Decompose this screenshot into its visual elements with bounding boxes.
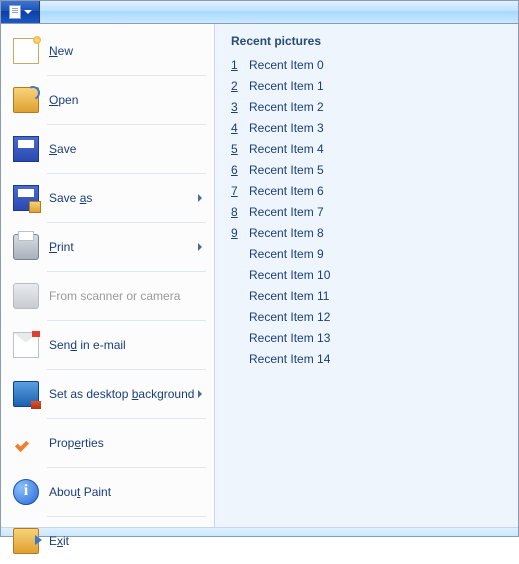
menu-label: Set as desktop background [49,387,198,401]
menu-label: Save as [49,191,198,205]
application-menu-window: New Open Save Save as Print [0,0,519,537]
recent-item-number: 6 [231,163,249,177]
recent-item-number: 9 [231,226,249,240]
menu-separator [47,369,206,370]
menu-item-new[interactable]: New [1,28,214,74]
recent-item-label: Recent Item 4 [249,142,324,156]
menu-body: New Open Save Save as Print [1,24,518,527]
titlebar [1,1,518,24]
recent-item[interactable]: 2Recent Item 1 [231,79,504,100]
recent-item-label: Recent Item 14 [249,352,330,366]
printer-icon [13,234,39,260]
recent-item-label: Recent Item 11 [249,289,329,303]
menu-label: Exit [49,534,206,548]
menu-separator [47,418,206,419]
menu-separator [47,75,206,76]
menu-label: About Paint [49,485,206,499]
email-icon [13,332,39,358]
menu-separator [47,124,206,125]
recent-item-number: 5 [231,142,249,156]
recent-item-label: Recent Item 7 [249,205,324,219]
menu-label: Send in e-mail [49,338,206,352]
recent-item-label: Recent Item 3 [249,121,324,135]
recent-item[interactable]: Recent Item 11 [231,289,504,310]
recent-item[interactable]: Recent Item 12 [231,310,504,331]
menu-item-open[interactable]: Open [1,77,214,123]
open-folder-icon [13,87,39,113]
recent-item[interactable]: 4Recent Item 3 [231,121,504,142]
menu-label: Print [49,240,198,254]
recent-item[interactable]: 5Recent Item 4 [231,142,504,163]
menu-separator [47,271,206,272]
recent-item[interactable]: Recent Item 9 [231,247,504,268]
recent-item-label: Recent Item 2 [249,100,324,114]
recent-item[interactable]: 1Recent Item 0 [231,58,504,79]
scanner-icon [13,283,39,309]
menu-item-save-as[interactable]: Save as [1,175,214,221]
recent-item-label: Recent Item 8 [249,226,324,240]
save-disk-icon [13,136,39,162]
recent-item[interactable]: 7Recent Item 6 [231,184,504,205]
menu-item-properties[interactable]: Properties [1,420,214,466]
menu-separator [47,222,206,223]
menu-label: New [49,44,206,58]
menu-item-save[interactable]: Save [1,126,214,172]
menu-label: Open [49,93,206,107]
recent-item-label: Recent Item 12 [249,310,330,324]
recent-item-label: Recent Item 10 [249,268,330,282]
recent-item[interactable]: Recent Item 14 [231,352,504,373]
menu-item-scanner: From scanner or camera [1,273,214,319]
recent-item[interactable]: Recent Item 13 [231,331,504,352]
recent-item[interactable]: 8Recent Item 7 [231,205,504,226]
document-icon [9,5,21,19]
recent-item[interactable]: 3Recent Item 2 [231,100,504,121]
menu-separator [47,173,206,174]
recent-item-number: 7 [231,184,249,198]
info-icon [13,479,39,505]
recent-item-number: 2 [231,79,249,93]
new-file-icon [13,38,39,64]
checkmark-icon [13,430,39,456]
submenu-arrow-icon [198,194,202,202]
recent-heading: Recent pictures [231,34,504,48]
recent-item-number: 3 [231,100,249,114]
menu-separator [47,467,206,468]
recent-item[interactable]: 9Recent Item 8 [231,226,504,247]
menu-item-email[interactable]: Send in e-mail [1,322,214,368]
exit-icon [13,528,39,554]
menu-label: Properties [49,436,206,450]
recent-item-number: 8 [231,205,249,219]
menu-item-exit[interactable]: Exit [1,518,214,564]
menu-separator [47,516,206,517]
menu-label: From scanner or camera [49,289,206,303]
recent-item-label: Recent Item 5 [249,163,324,177]
submenu-arrow-icon [198,243,202,251]
submenu-arrow-icon [198,390,202,398]
recent-item-label: Recent Item 1 [249,79,324,93]
recent-item-label: Recent Item 0 [249,58,324,72]
recent-item-number: 4 [231,121,249,135]
menu-item-desktop-bg[interactable]: Set as desktop background [1,371,214,417]
app-menu-button[interactable] [1,1,40,23]
desktop-bg-icon [13,381,39,407]
left-menu-panel: New Open Save Save as Print [1,24,215,527]
menu-item-about[interactable]: About Paint [1,469,214,515]
recent-panel: Recent pictures 1Recent Item 02Recent It… [215,24,518,527]
recent-item-label: Recent Item 6 [249,184,324,198]
menu-label: Save [49,142,206,156]
recent-item[interactable]: Recent Item 10 [231,268,504,289]
recent-item[interactable]: 6Recent Item 5 [231,163,504,184]
menu-item-print[interactable]: Print [1,224,214,270]
save-as-icon [13,185,39,211]
menu-separator [47,320,206,321]
recent-item-label: Recent Item 9 [249,247,324,261]
recent-list: 1Recent Item 02Recent Item 13Recent Item… [231,58,504,373]
recent-item-number: 1 [231,58,249,72]
dropdown-arrow-icon [24,10,32,14]
recent-item-label: Recent Item 13 [249,331,330,345]
